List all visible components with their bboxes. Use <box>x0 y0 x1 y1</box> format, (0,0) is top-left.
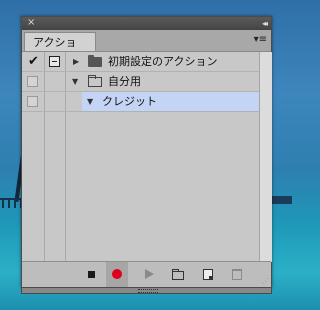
toggle-item-checkbox[interactable] <box>22 72 45 92</box>
dialog-toggle[interactable] <box>45 52 66 72</box>
new-set-button[interactable] <box>167 262 189 287</box>
panel-resize-handle[interactable] <box>21 288 272 294</box>
action-set-row[interactable]: ▼ 自分用 <box>22 72 259 92</box>
action-set-label: 自分用 <box>108 75 141 88</box>
panel-titlebar[interactable]: × ◂◂ <box>22 17 271 31</box>
toggle-item-checkbox[interactable]: ✔ <box>22 52 45 72</box>
toggle-item-checkbox[interactable] <box>22 92 45 112</box>
checkbox-empty-icon <box>27 96 38 107</box>
checkmark-icon: ✔ <box>28 54 39 69</box>
delete-button[interactable] <box>226 262 248 287</box>
collapse-triangle-icon[interactable]: ▼ <box>87 92 93 112</box>
resize-grip-icon[interactable]: ⋰ <box>262 278 269 285</box>
folder-icon <box>88 55 102 67</box>
stop-button[interactable] <box>80 262 102 287</box>
vertical-scrollbar[interactable] <box>259 52 272 262</box>
collapse-icon[interactable]: ◂◂ <box>262 17 268 30</box>
action-row[interactable]: ▼ クレジット <box>22 92 259 112</box>
dialog-toggle[interactable] <box>45 92 66 112</box>
action-set-row[interactable]: ✔ ▶ 初期設定のアクション <box>22 52 259 72</box>
new-action-button[interactable] <box>197 262 219 287</box>
pier-shape <box>0 198 22 208</box>
actions-panel: × ◂◂ アクション ▾≡ ✔ ▶ 初期設定のアクション ▼ <box>21 16 272 288</box>
action-label: クレジット <box>102 95 157 108</box>
panel-menu-icon[interactable]: ▾≡ <box>254 33 267 47</box>
close-icon[interactable]: × <box>27 16 35 29</box>
play-icon <box>145 269 154 279</box>
play-button[interactable] <box>137 262 159 287</box>
stop-icon <box>88 271 95 278</box>
checkbox-empty-icon <box>27 76 38 87</box>
new-set-icon <box>172 269 184 280</box>
delete-icon <box>232 269 242 280</box>
panel-tab-row: アクション ▾≡ <box>22 30 271 68</box>
dialog-toggle-icon <box>49 56 60 67</box>
action-set-label: 初期設定のアクション <box>108 55 218 68</box>
open-folder-icon <box>88 75 102 87</box>
collapse-triangle-icon[interactable]: ▼ <box>72 72 78 92</box>
actions-list: ✔ ▶ 初期設定のアクション ▼ 自分用 ▼ クレジット <box>22 52 259 262</box>
record-button[interactable] <box>106 262 128 287</box>
new-action-icon <box>203 269 213 280</box>
record-icon <box>112 269 122 279</box>
expand-triangle-icon[interactable]: ▶ <box>73 52 79 72</box>
panel-footer: ⋰ <box>22 261 271 287</box>
dialog-toggle[interactable] <box>45 72 66 92</box>
tab-actions[interactable]: アクション <box>24 32 96 68</box>
